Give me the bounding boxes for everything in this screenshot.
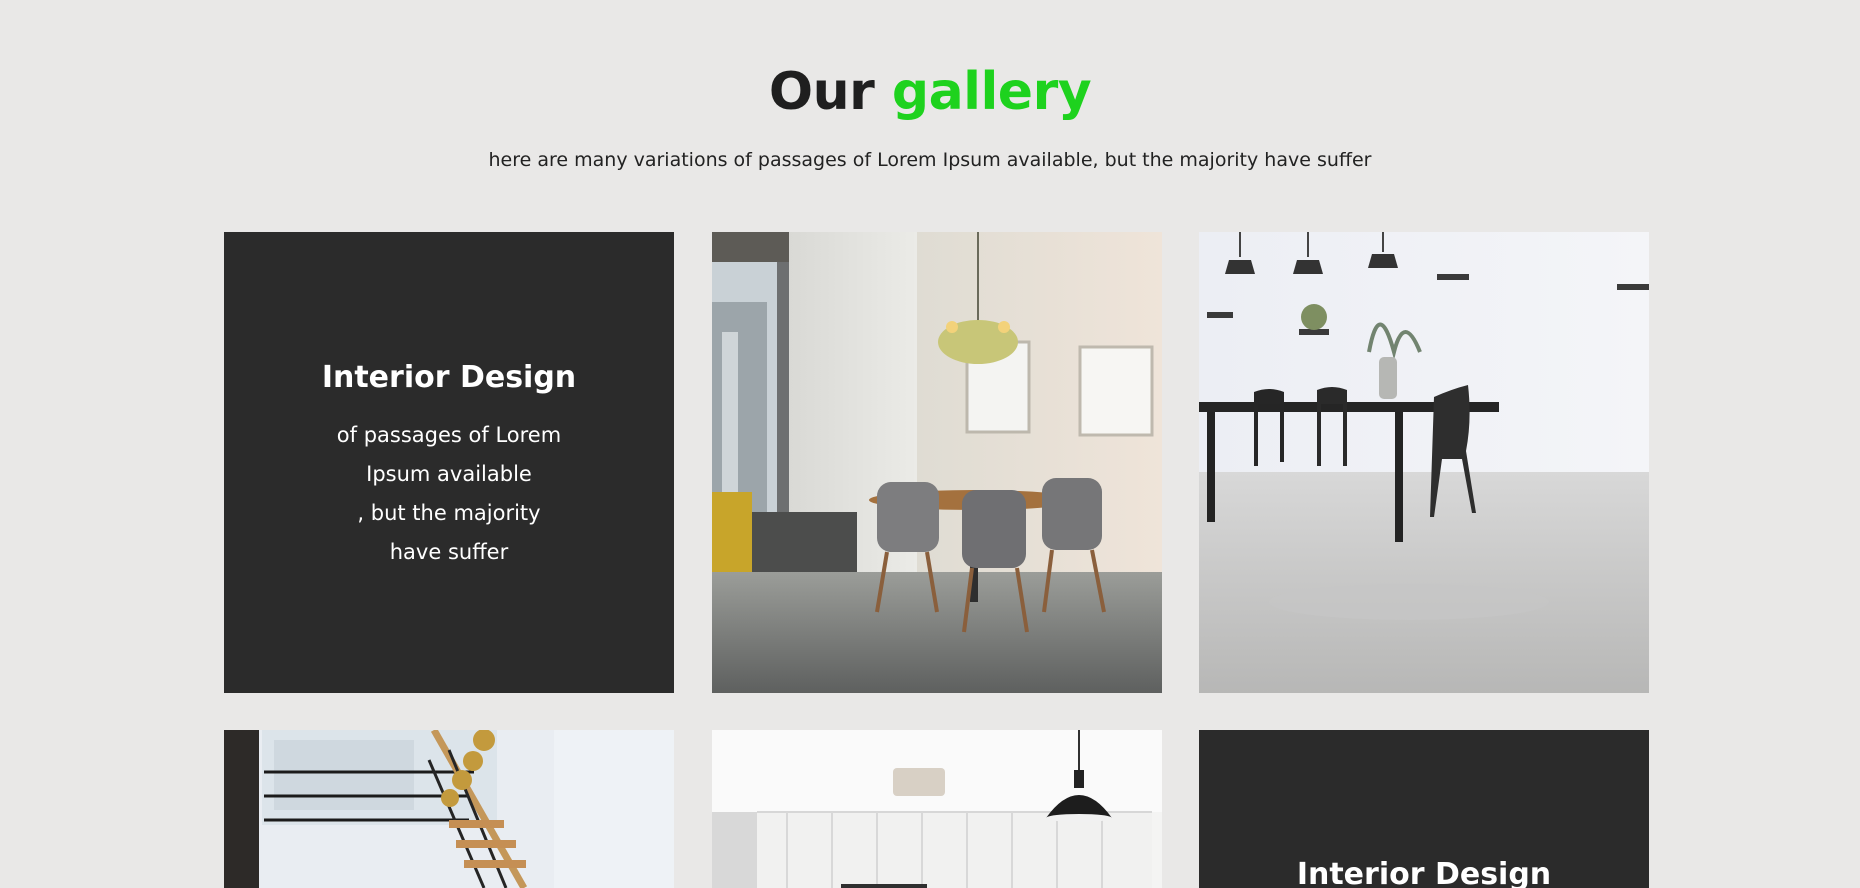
gallery-image-dining-room[interactable]: [712, 232, 1162, 693]
gallery-card-text: of passages of Lorem Ipsum available , b…: [224, 416, 674, 572]
gallery-card-interior-design[interactable]: Interior Design of passages of Lorem Ips…: [224, 232, 674, 693]
gallery-card-title: Interior Design: [1296, 857, 1552, 888]
gallery-title-main: Our: [768, 62, 875, 122]
staircase-photo: [224, 730, 674, 888]
gallery-card-title: Interior Design: [321, 360, 577, 395]
gallery-header: Our gallery here are many variations of …: [0, 62, 1860, 173]
gallery-image-staircase[interactable]: [224, 730, 674, 888]
gallery-title: Our gallery: [0, 62, 1860, 122]
gallery-image-dining-area[interactable]: [1199, 232, 1649, 693]
gallery-card-text-line: of passages of Lorem: [336, 423, 562, 447]
gallery-card-interior-design[interactable]: Interior Design: [1199, 730, 1649, 888]
gallery-image-kitchen[interactable]: [712, 730, 1162, 888]
gallery-card-text-line: Ipsum available: [366, 462, 532, 486]
gallery-section: Our gallery here are many variations of …: [0, 0, 1860, 888]
gallery-title-accent: gallery: [891, 62, 1092, 122]
gallery-card-text-line: have suffer: [389, 540, 509, 564]
dining-room-photo: [1199, 232, 1649, 693]
gallery-card-text-line: , but the majority: [357, 501, 541, 525]
dining-room-photo: [712, 232, 1162, 693]
gallery-subtitle: here are many variations of passages of …: [488, 149, 1372, 171]
kitchen-photo: [712, 730, 1162, 888]
